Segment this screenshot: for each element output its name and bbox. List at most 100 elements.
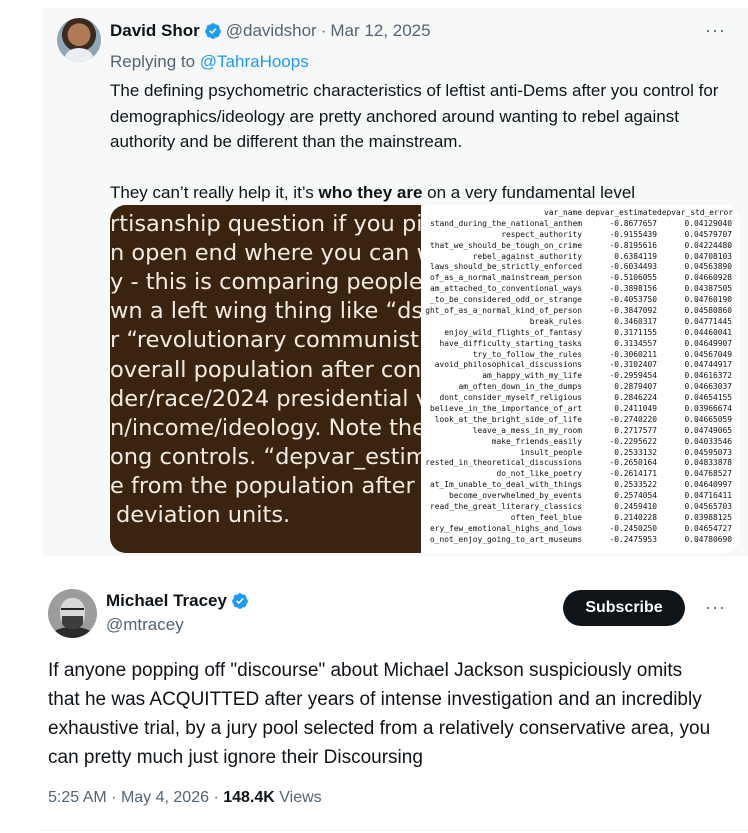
media-text-line: y - this is comparing people w	[110, 269, 421, 296]
views-count[interactable]: 148.4K	[223, 789, 275, 806]
author-name[interactable]: Michael Tracey	[106, 591, 227, 611]
table-cell: -0.3102407	[609, 360, 657, 370]
table-cell: 0.04665059	[684, 414, 732, 424]
table-row: insult_people 0.2533132 0.04595073	[421, 448, 732, 459]
author-handle[interactable]: @davidshor	[226, 21, 317, 41]
table-cell: am_often_down_in_the_dumps	[458, 382, 582, 392]
tweet-text-bold: who they are	[318, 182, 423, 202]
table-row: am_happy_with_my_life -0.2959454 0.0461637…	[421, 371, 732, 382]
table-cell: 0.04780690	[684, 534, 732, 544]
tweet-media[interactable]: rtisanship question if you pick n open en…	[110, 205, 740, 553]
table-cell: var_name	[543, 208, 582, 217]
table-cell: 0.04660928	[684, 273, 732, 283]
tweet-metadata: 5:25 AM · May 4, 2026 · 148.4K Views	[48, 789, 322, 807]
table-row: laws_should_be_strictly_enforced -0.60344…	[421, 262, 732, 273]
table-cell: -0.2295622	[609, 436, 657, 446]
replying-to: Replying to @TahraHoops	[110, 52, 309, 72]
media-image-text[interactable]: rtisanship question if you pick n open en…	[110, 205, 421, 553]
tweet-paragraph: They can’t really help it, it’s who they…	[110, 180, 730, 206]
table-row: have_difficulty_starting_tasks 0.3134557 0…	[421, 339, 732, 350]
table-cell: 0.04640997	[684, 480, 732, 490]
table-cell: depvar_estimate	[585, 208, 657, 217]
table-cell: -0.3898156	[609, 284, 657, 294]
table-cell: rested_in_theoretical_discussions	[425, 458, 582, 468]
table-cell: 0.04649907	[684, 338, 732, 348]
media-image-table[interactable]: var_name depvar_estimate depvar_std_error s…	[421, 205, 740, 553]
table-cell: -0.2475953	[609, 534, 657, 544]
avatar[interactable]	[57, 18, 101, 62]
table-cell: make_friends_easily	[491, 436, 582, 446]
table-cell: 0.2533522	[614, 480, 657, 490]
views-label: Views	[279, 789, 322, 806]
table-row: look_at_the_bright_side_of_life -0.274022…	[421, 415, 732, 426]
tweet-header: Michael Tracey	[106, 591, 253, 611]
regression-table: var_name depvar_estimate depvar_std_error s…	[421, 208, 733, 546]
table-cell: rebel_against_authority	[472, 251, 582, 261]
tweet-date[interactable]: May 4, 2026	[121, 789, 209, 806]
media-text-line: r “revolutionary communist” o	[110, 327, 421, 354]
tweet-time[interactable]: 5:25 AM	[48, 789, 107, 806]
tweet-text: If anyone popping off "discourse" about …	[48, 660, 711, 768]
more-icon[interactable]: ···	[705, 20, 726, 41]
table-cell: 0.2717577	[614, 425, 657, 435]
media-text-line: ong controls. “depvar_estimat	[110, 443, 421, 470]
table-row: that_we_should_be_tough_on_crime -0.81956…	[421, 241, 732, 252]
media-text-line: overall population after contr	[110, 356, 421, 383]
table-cell: -0.8195616	[609, 240, 657, 250]
table-cell: 0.04460041	[684, 327, 732, 337]
table-cell: 0.04654727	[684, 523, 732, 533]
table-cell: 0.3460317	[614, 316, 657, 326]
table-cell: leave_a_mess_in_my_room	[472, 425, 582, 435]
table-cell: believe_in_the_importance_of_art	[429, 404, 582, 414]
avatar[interactable]	[48, 589, 97, 638]
table-cell: 0.2574054	[614, 491, 657, 501]
media-text-line: der/race/2024 presidential vo	[110, 385, 421, 412]
table-cell: -0.5106055	[609, 273, 657, 283]
table-cell: 0.04033546	[684, 436, 732, 446]
table-cell: 0.04563890	[684, 262, 732, 272]
tweet-date[interactable]: Mar 12, 2025	[330, 21, 430, 41]
table-cell: 0.2140228	[614, 512, 657, 522]
table-cell: -0.2740220	[609, 414, 657, 424]
table-cell: -0.8677657	[609, 218, 657, 228]
table-cell: _to_be_considered_odd_or_strange	[429, 295, 582, 305]
table-row: avoid_philosophical_discussions -0.310240…	[421, 360, 732, 371]
table-cell: -0.3847092	[609, 306, 657, 316]
table-cell: avoid_philosophical_discussions	[434, 360, 582, 370]
table-row: rebel_against_authority 0.6384119 0.047081…	[421, 252, 732, 263]
quoted-tweet[interactable]: David Shor @davidshor · Mar 12, 2025 ···…	[42, 8, 748, 556]
author-name[interactable]: David Shor	[110, 21, 200, 41]
more-icon[interactable]: ···	[705, 597, 726, 618]
reply-mention-link[interactable]: @TahraHoops	[200, 52, 309, 71]
table-cell: 0.2411049	[614, 404, 657, 414]
table-row: am_attached_to_conventional_ways -0.38981…	[421, 284, 732, 295]
tweet-text-segment: They can’t really help it, it’s	[110, 182, 319, 202]
subscribe-button[interactable]: Subscribe	[563, 590, 685, 626]
table-row: respect_authority -0.9155439 0.04579707	[421, 230, 732, 241]
table-cell: dont_consider_myself_religious	[439, 393, 582, 403]
table-cell: -0.2614171	[609, 469, 657, 479]
replying-to-label: Replying to	[110, 52, 196, 71]
table-cell: 0.3134557	[614, 338, 657, 348]
table-cell: read_the_great_literary_classics	[429, 502, 582, 512]
table-cell: 0.04744917	[684, 360, 732, 370]
media-text-line: e from the population after co	[110, 472, 421, 499]
table-row: believe_in_the_importance_of_art 0.241104…	[421, 404, 732, 415]
table-row: do_not_like_poetry -0.2614171 0.04768527	[421, 469, 732, 480]
table-cell: that_we_should_be_tough_on_crime	[429, 240, 582, 250]
table-cell: 0.03988125	[684, 512, 732, 522]
table-row: am_often_down_in_the_dumps 0.2879407 0.046…	[421, 382, 732, 393]
tweet-paragraph: The defining psychometric characteristic…	[110, 81, 719, 151]
table-cell: am_attached_to_conventional_ways	[429, 284, 582, 294]
table-row: enjoy_wild_flights_of_fantasy 0.3171155 0.…	[421, 328, 732, 339]
separator: ·	[111, 789, 117, 806]
table-cell: of_as_a_normal_mainstream_person	[429, 273, 582, 283]
table-cell: -0.2450250	[609, 523, 657, 533]
table-cell: 0.04616372	[684, 371, 732, 381]
table-cell: often_feel_blue	[510, 512, 582, 522]
table-cell: insult_people	[520, 447, 582, 457]
table-cell: ght_of_as_a_normal_kind_of_person	[425, 306, 582, 316]
table-cell: 0.3171155	[614, 327, 657, 337]
author-handle[interactable]: @mtracey	[106, 615, 184, 635]
verified-badge-icon	[232, 593, 248, 609]
